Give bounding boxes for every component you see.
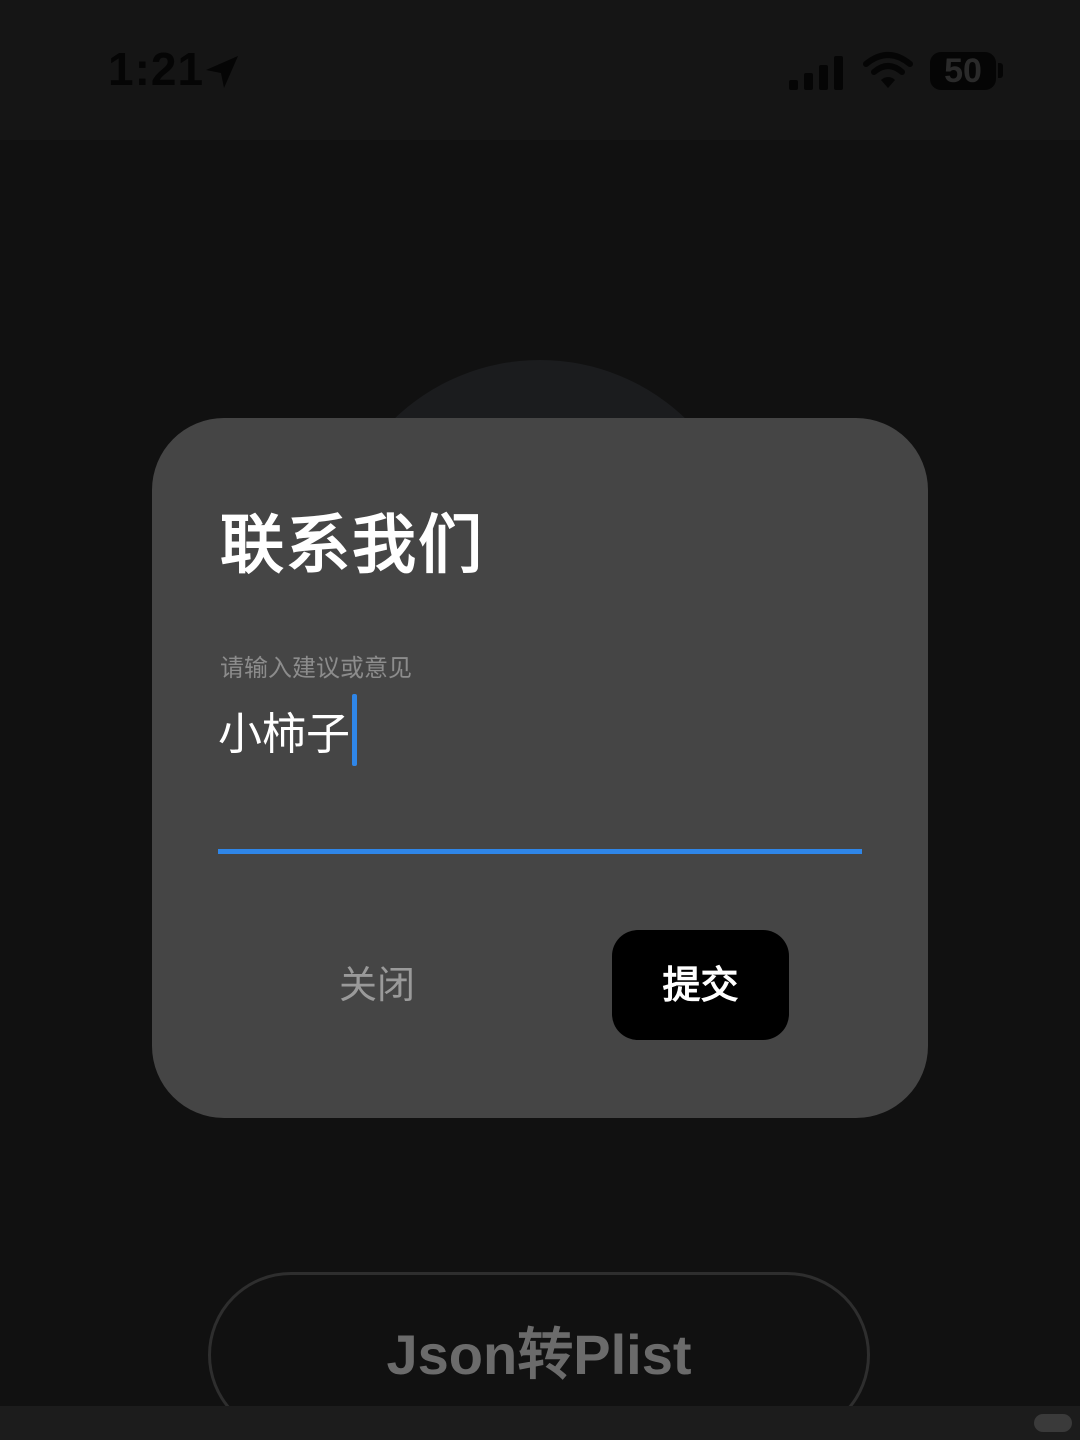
dialog-title: 联系我们 bbox=[220, 509, 484, 583]
feedback-input[interactable]: 小柿子 bbox=[218, 694, 357, 766]
contact-us-dialog: 联系我们 请输入建议或意见 小柿子 关闭 提交 bbox=[152, 418, 928, 1118]
status-time: 1:21 bbox=[108, 43, 205, 95]
location-arrow-icon bbox=[206, 56, 238, 88]
watermark-logo bbox=[1034, 1414, 1072, 1432]
feedback-field-label: 请输入建议或意见 bbox=[220, 654, 412, 682]
wifi-icon bbox=[863, 52, 913, 88]
feedback-input-underline bbox=[218, 849, 862, 854]
battery-tip bbox=[998, 63, 1003, 78]
cellular-signal-icon bbox=[789, 56, 843, 90]
status-bar: 1:21 50 bbox=[0, 0, 1080, 140]
close-button[interactable]: 关闭 bbox=[302, 930, 452, 1040]
text-cursor bbox=[352, 694, 357, 766]
battery-icon: 50 bbox=[930, 52, 996, 90]
battery-level: 50 bbox=[944, 52, 982, 90]
feedback-input-value: 小柿子 bbox=[218, 709, 350, 760]
bottom-bar bbox=[0, 1406, 1080, 1440]
submit-button[interactable]: 提交 bbox=[612, 930, 789, 1040]
